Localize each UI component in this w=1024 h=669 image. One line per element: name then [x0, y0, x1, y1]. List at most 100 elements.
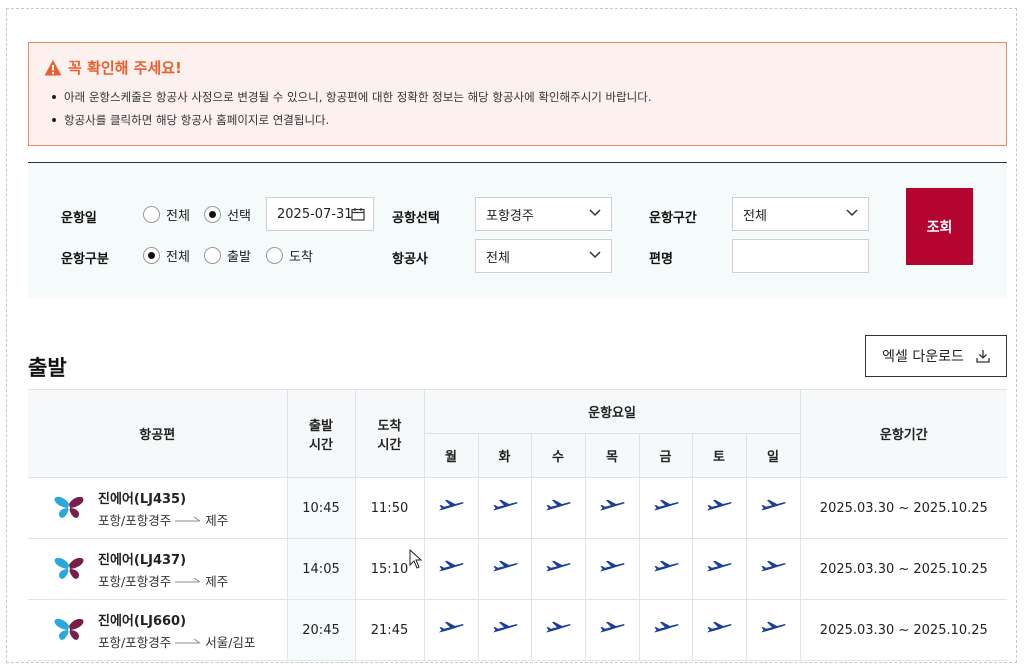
date-label: 운항일 — [61, 211, 97, 226]
flight-cell[interactable]: 진에어(LJ435) 포항/포항경주 제주 — [28, 477, 288, 539]
header-text: 시간 — [309, 437, 333, 453]
airplane-icon — [653, 621, 679, 633]
route-arrow-icon — [175, 516, 201, 522]
jinair-logo-icon — [54, 618, 84, 640]
header-text: 출발 — [309, 418, 333, 434]
route-arrow-icon — [175, 577, 201, 583]
day-cell — [477, 599, 532, 661]
airline-link[interactable]: 진에어(LJ435) 포항/포항경주 제주 — [28, 488, 287, 529]
header-day: 수 — [530, 433, 586, 478]
date-option-all[interactable]: 전체 — [143, 205, 190, 224]
route-from: 포항/포항경주 — [98, 512, 172, 528]
radio-label: 출발 — [227, 250, 251, 265]
day-cell — [691, 538, 747, 600]
flight-number-label: 편명 — [649, 252, 673, 267]
period-cell: 2025.03.30 ~ 2025.10.25 — [799, 538, 1008, 600]
radio-button[interactable] — [204, 247, 221, 264]
mouse-cursor-icon — [409, 549, 423, 569]
airline-select[interactable]: 전체 — [475, 239, 612, 273]
airplane-icon — [600, 621, 625, 633]
notice-title: 꼭 확인해 주세요! — [68, 59, 182, 77]
radio-label: 전체 — [166, 250, 190, 265]
day-cell — [477, 538, 532, 600]
flight-number-input[interactable] — [732, 239, 869, 273]
date-input[interactable]: 2025-07-31 — [266, 197, 374, 231]
day-cell — [423, 538, 479, 600]
airplane-icon — [439, 499, 464, 511]
flight-cell[interactable]: 진에어(LJ660) 포항/포항경주 서울/김포 — [28, 599, 288, 661]
type-option-departure[interactable]: 출발 — [204, 246, 251, 265]
excel-download-button[interactable]: 엑셀 다운로드 — [865, 335, 1007, 377]
airplane-icon — [492, 499, 518, 511]
table-row: 진에어(LJ435) 포항/포항경주 제주 10:45 11:50 2025.03.30 … — [28, 477, 1008, 539]
airline-link[interactable]: 진에어(LJ660) 포항/포항경주 서울/김포 — [28, 610, 287, 651]
chevron-down-icon — [589, 209, 601, 217]
airline-name[interactable]: 진에어(LJ435) — [98, 488, 228, 507]
notice-item: 항공사를 클릭하면 해당 항공사 홈페이지로 연결됩니다. — [52, 112, 651, 135]
type-label: 운항구분 — [61, 252, 109, 267]
notice-item: 아래 운항스케줄은 항공사 사정으로 변경될 수 있으니, 항공편에 대한 정확… — [52, 89, 651, 112]
header-text: 도착 — [377, 418, 402, 434]
airline-value: 전체 — [486, 250, 510, 266]
chevron-down-icon — [846, 209, 858, 217]
airline-name[interactable]: 진에어(LJ437) — [98, 549, 228, 568]
day-cell — [584, 538, 640, 600]
date-option-select[interactable]: 선택 — [204, 205, 251, 224]
day-cell — [423, 477, 479, 539]
notice-list: 아래 운항스케줄은 항공사 사정으로 변경될 수 있으니, 항공편에 대한 정확… — [52, 89, 651, 135]
header-days: 운항요일 — [423, 389, 801, 434]
day-cell — [423, 599, 479, 661]
airplane-icon — [492, 560, 518, 572]
radio-button-selected[interactable] — [143, 247, 160, 264]
route-to: 서울/김포 — [205, 634, 256, 650]
day-cell — [691, 599, 747, 661]
schedule-body: 진에어(LJ435) 포항/포항경주 제주 10:45 11:50 2025.03.30 … — [28, 477, 1008, 661]
header-flight: 항공편 — [28, 389, 288, 478]
day-cell — [691, 477, 747, 539]
radio-button[interactable] — [266, 247, 283, 264]
route-value: 전체 — [743, 208, 767, 224]
airline-link[interactable]: 진에어(LJ437) 포항/포항경주 제주 — [28, 549, 287, 590]
excel-download-label: 엑셀 다운로드 — [882, 349, 964, 365]
search-button[interactable]: 조회 — [906, 188, 973, 265]
dep-time-cell: 20:45 — [286, 599, 356, 661]
day-cell — [530, 599, 586, 661]
header-day: 목 — [584, 433, 640, 478]
radio-button[interactable] — [143, 206, 160, 223]
day-cell — [638, 599, 693, 661]
search-panel: 운항일 전체 선택 2025-07-31 운항구분 전체 출발 도착 공항선택 … — [28, 162, 1007, 298]
flight-cell[interactable]: 진에어(LJ437) 포항/포항경주 제주 — [28, 538, 288, 600]
calendar-icon[interactable] — [351, 207, 365, 221]
radio-button-selected[interactable] — [204, 206, 221, 223]
section-title: 출발 — [28, 356, 67, 380]
type-option-arrival[interactable]: 도착 — [266, 246, 313, 265]
airline-name[interactable]: 진에어(LJ660) — [98, 610, 255, 629]
table-row: 진에어(LJ660) 포항/포항경주 서울/김포 20:45 21:45 2025.03.… — [28, 599, 1008, 661]
airplane-icon — [761, 499, 786, 511]
schedule-table: 항공편 출발 시간 도착 시간 운항요일 운항기간 월화수목금토일 진에어(LJ… — [28, 389, 1008, 661]
page-frame: 꼭 확인해 주세요! 아래 운항스케줄은 항공사 사정으로 변경될 수 있으니,… — [6, 8, 1017, 663]
airplane-icon — [439, 560, 464, 572]
warning-icon — [44, 59, 62, 75]
radio-label: 도착 — [289, 250, 313, 265]
airplane-icon — [546, 560, 571, 572]
day-cell — [745, 599, 801, 661]
route-text: 포항/포항경주 제주 — [98, 510, 228, 529]
airplane-icon — [546, 621, 571, 633]
dep-time-cell: 10:45 — [286, 477, 356, 539]
airport-select[interactable]: 포항경주 — [475, 197, 612, 231]
day-cell — [584, 599, 640, 661]
airport-value: 포항경주 — [486, 208, 534, 224]
airport-label: 공항선택 — [392, 211, 440, 226]
radio-label: 전체 — [166, 209, 190, 224]
header-day: 월 — [424, 433, 479, 478]
day-cell — [638, 477, 693, 539]
header-dep-time: 출발 시간 — [286, 389, 356, 478]
jinair-logo-icon — [54, 557, 84, 579]
route-select[interactable]: 전체 — [732, 197, 869, 231]
day-cell — [477, 477, 532, 539]
header-arr-time: 도착 시간 — [354, 389, 425, 478]
route-label: 운항구간 — [649, 211, 697, 226]
airplane-icon — [761, 621, 786, 633]
type-option-all[interactable]: 전체 — [143, 246, 190, 265]
